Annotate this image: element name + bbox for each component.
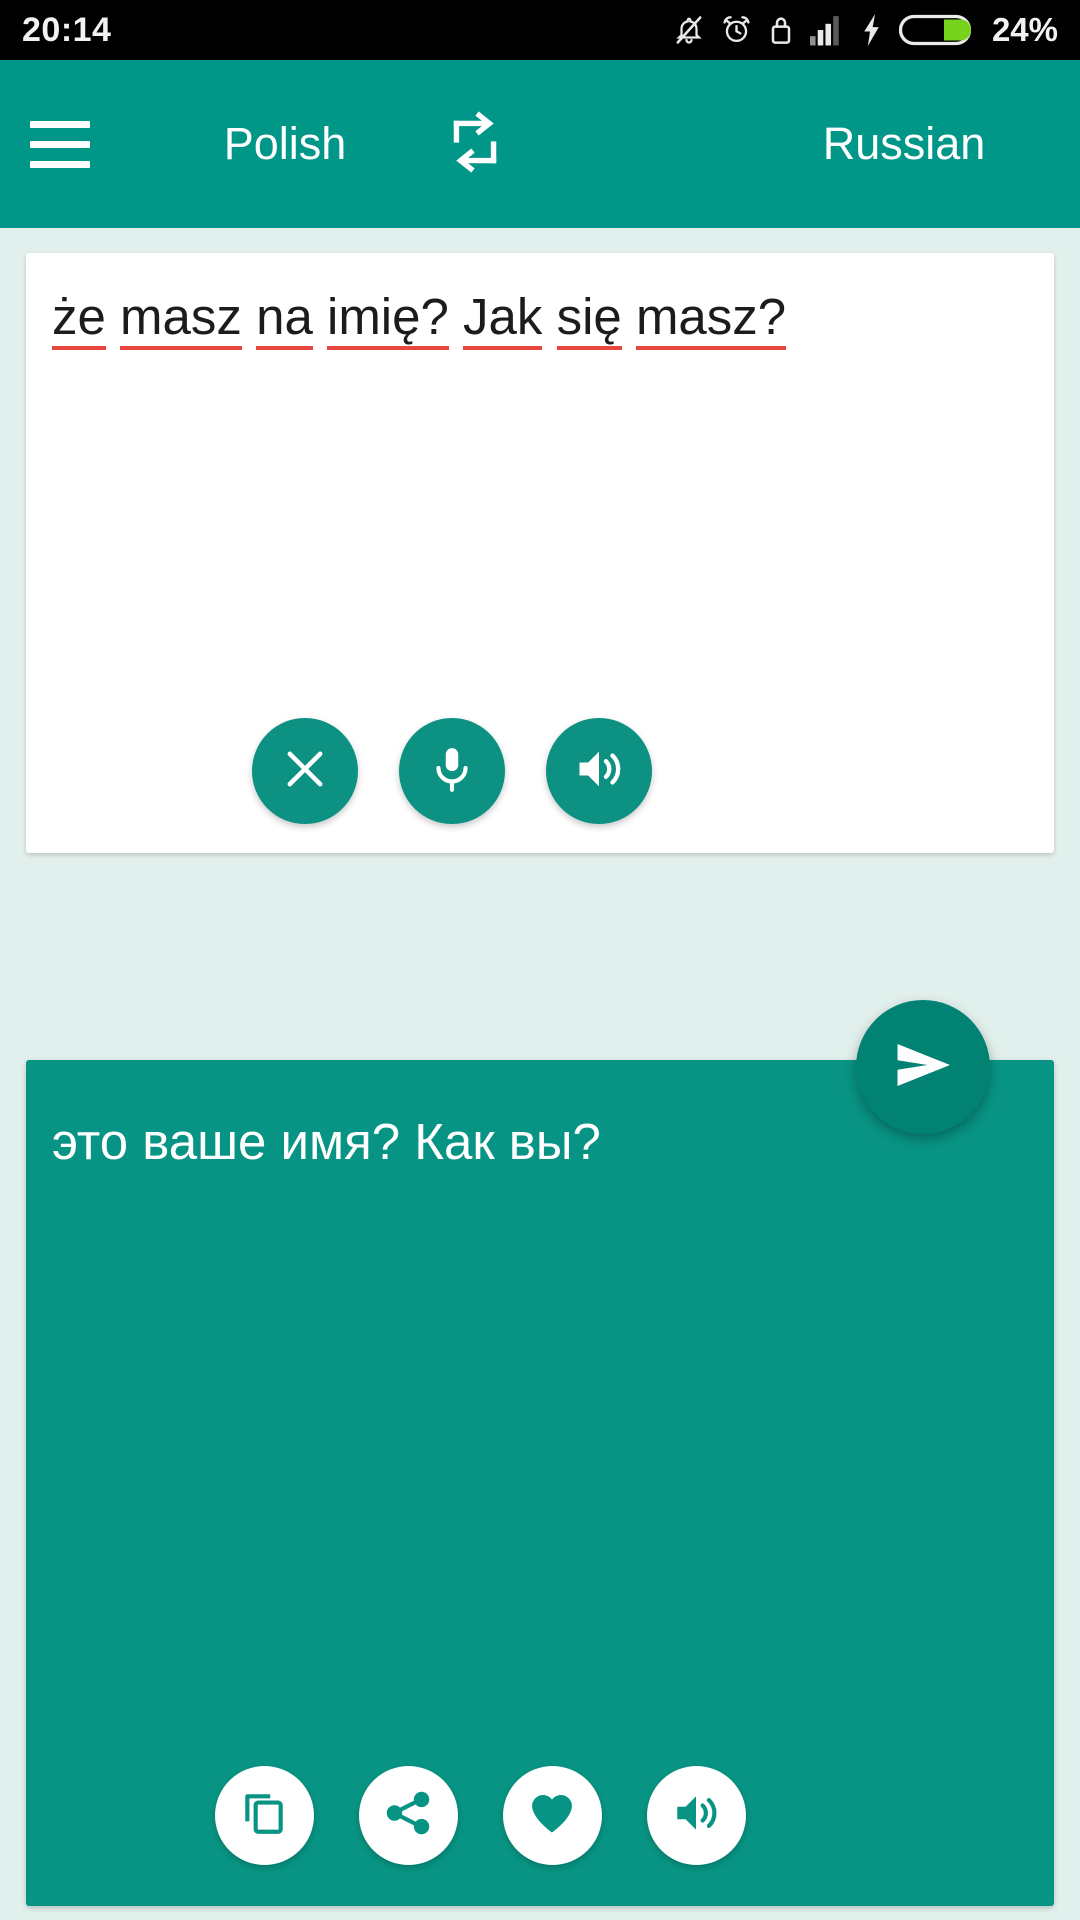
- hamburger-bar: [30, 120, 90, 128]
- heart-icon: [526, 1787, 578, 1844]
- share-button[interactable]: [358, 1766, 458, 1865]
- charging-bolt-icon: [861, 14, 882, 46]
- speaker-icon: [573, 743, 625, 800]
- status-clock: 20:14: [22, 11, 112, 49]
- favorite-button[interactable]: [502, 1766, 602, 1865]
- source-word: imię?: [326, 288, 449, 350]
- send-paper-plane-icon: [887, 1029, 959, 1106]
- source-text-card: że masz na imię? Jak się masz?: [26, 253, 1054, 853]
- source-action-bar: [26, 718, 1054, 824]
- source-word: Jak: [463, 288, 543, 350]
- source-word: na: [256, 288, 313, 350]
- source-word: masz?: [635, 288, 787, 350]
- share-icon: [383, 1788, 433, 1843]
- copy-button[interactable]: [214, 1766, 314, 1865]
- status-icon-tray: 24%: [674, 11, 1058, 49]
- source-text-input[interactable]: że masz na imię? Jak się masz?: [52, 285, 1028, 350]
- app-bar: Polish Russian: [0, 60, 1080, 228]
- swap-languages-icon: [444, 109, 506, 180]
- speak-translation-button[interactable]: [646, 1766, 746, 1865]
- bell-off-icon: [674, 13, 704, 47]
- target-language-selector[interactable]: Russian: [754, 118, 1054, 170]
- clear-button[interactable]: [252, 718, 358, 824]
- signal-bars-icon: [809, 14, 844, 46]
- translate-send-button[interactable]: [856, 1000, 990, 1134]
- translation-action-bar: [26, 1766, 1054, 1865]
- speak-source-button[interactable]: [546, 718, 652, 824]
- alarm-clock-icon: [721, 13, 752, 47]
- swap-languages-button[interactable]: [420, 109, 530, 180]
- voice-input-button[interactable]: [399, 718, 505, 824]
- hamburger-bar: [30, 160, 90, 168]
- lock-icon: [769, 13, 793, 47]
- microphone-icon: [427, 744, 477, 799]
- source-language-selector[interactable]: Polish: [150, 118, 420, 170]
- battery-icon: [898, 12, 971, 48]
- source-word: masz: [120, 288, 242, 350]
- close-x-icon: [279, 743, 331, 800]
- translation-card: это ваше имя? Как вы?: [26, 1060, 1054, 1906]
- battery-percent-label: 24%: [991, 11, 1058, 48]
- status-bar: 20:14 24%: [0, 0, 1080, 60]
- hamburger-menu-icon[interactable]: [30, 120, 150, 168]
- source-word: się: [556, 288, 622, 350]
- speaker-icon: [671, 1788, 721, 1843]
- copy-icon: [239, 1788, 289, 1843]
- hamburger-bar: [30, 140, 90, 148]
- source-word: że: [52, 288, 106, 350]
